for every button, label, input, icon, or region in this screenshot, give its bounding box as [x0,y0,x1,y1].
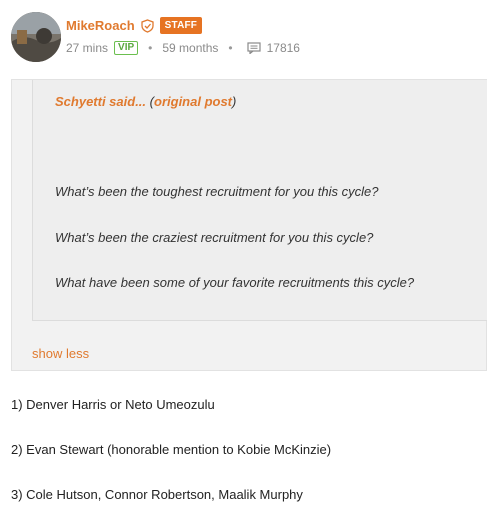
separator-dot: • [228,41,233,55]
quote-line: What’s been the toughest recruitment for… [55,184,379,199]
post-meta: 27 mins VIP • 59 months • 17816 [66,41,300,55]
username[interactable]: MikeRoach [66,18,135,33]
quote-body: Schyetti said... (original post) What’s … [32,80,487,321]
separator-dot: • [148,41,153,55]
avatar[interactable] [11,12,61,62]
answer-line: 3) Cole Hutson, Connor Robertson, Maalik… [11,487,303,502]
quote-attribution: Schyetti said... (original post) [55,94,237,109]
shield-icon [140,18,154,33]
staff-badge: STAFF [159,17,203,34]
show-less-link[interactable]: show less [32,346,89,361]
answer-line: 2) Evan Stewart (honorable mention to Ko… [11,442,332,457]
posts-icon [247,42,261,55]
answer-line: 1) Denver Harris or Neto Umeozulu [11,397,215,412]
post-count: 17816 [266,41,300,55]
post-time: 27 mins [66,41,109,55]
quote-line: What have been some of your favorite rec… [55,275,415,290]
quote-author: Schyetti said... [55,94,147,109]
member-age: 59 months [162,41,219,55]
vip-badge: VIP [114,41,139,55]
avatar-image [11,12,61,62]
post-header: MikeRoach STAFF 27 mins VIP • 59 months … [11,12,481,64]
quote-block: Schyetti said... (original post) What’s … [11,79,487,371]
quote-line: What’s been the craziest recruitment for… [55,230,374,245]
original-post-link[interactable]: original post [154,94,232,109]
